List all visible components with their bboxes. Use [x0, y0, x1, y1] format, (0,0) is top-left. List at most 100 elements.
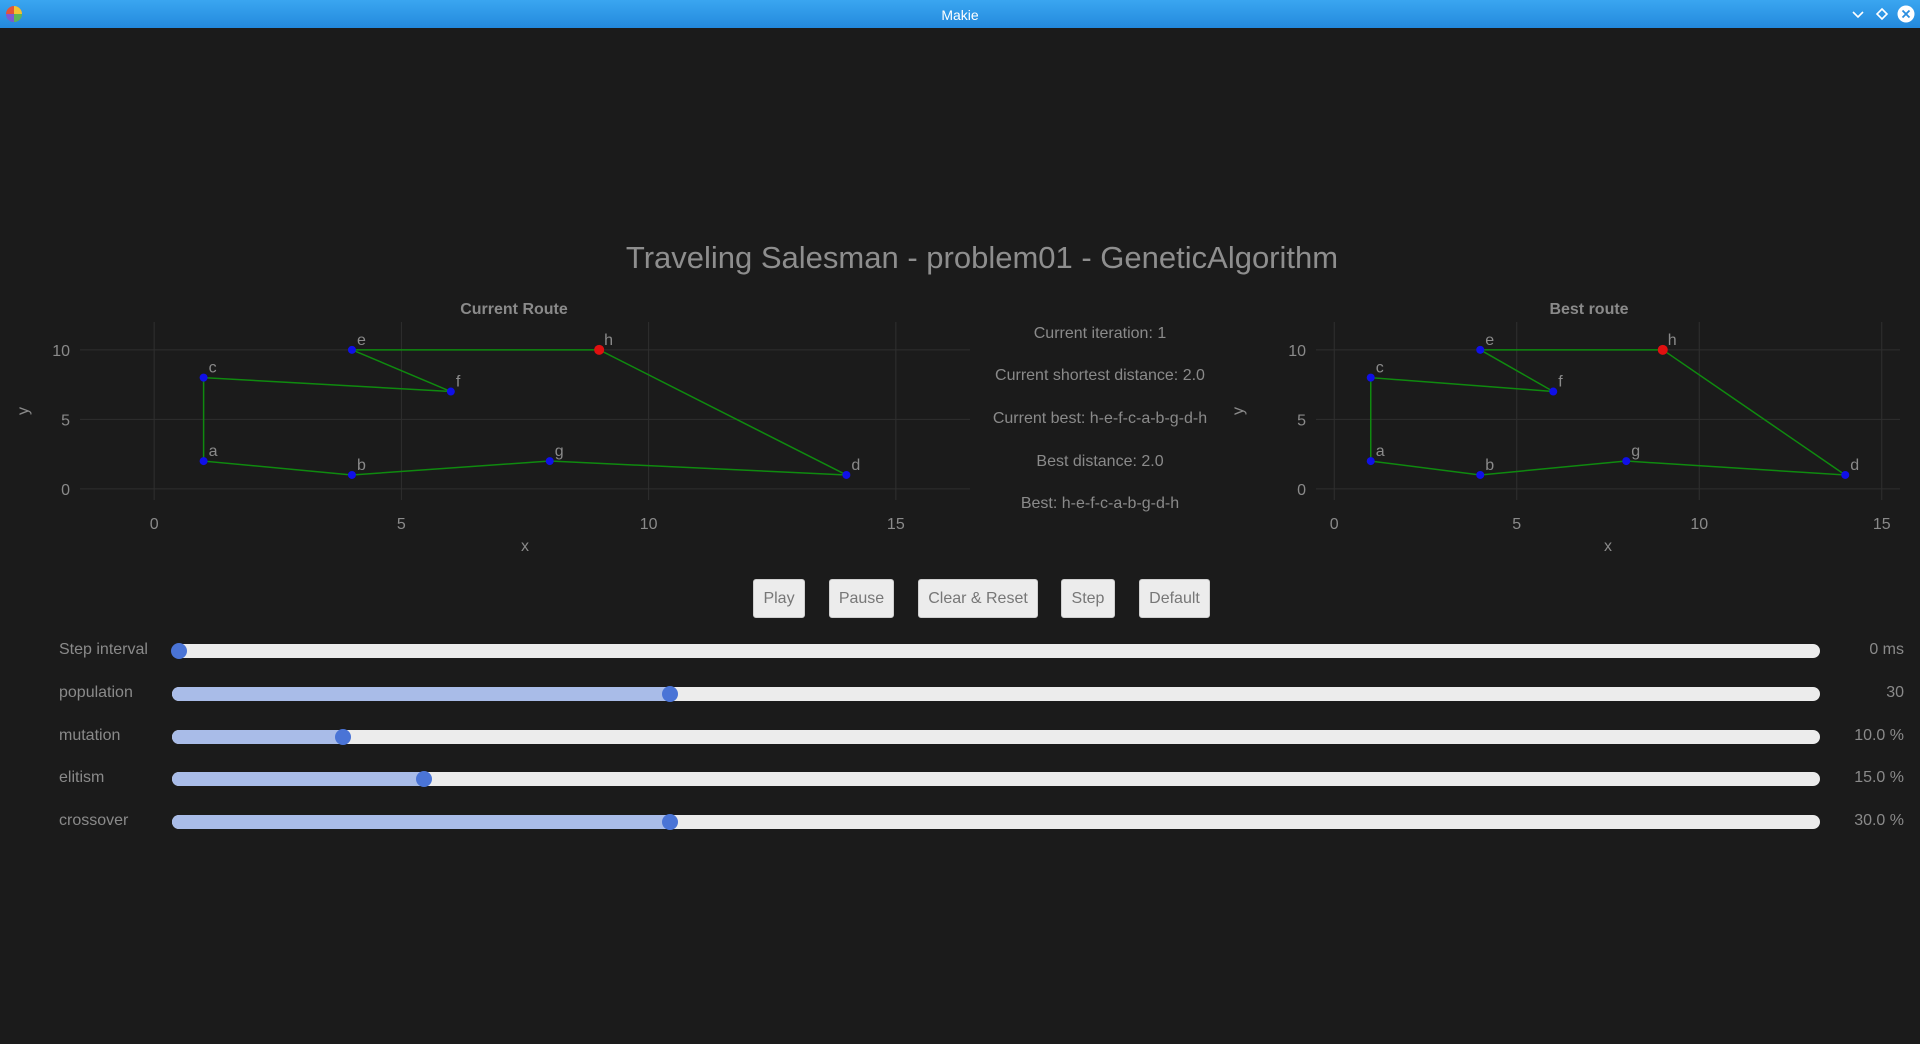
- best-route-plot[interactable]: 0 5 10 15 0 5 10 x y a b c d e f g h: [1220, 320, 1920, 560]
- elitism-slider[interactable]: [172, 771, 1820, 787]
- mutation-fill: [172, 730, 344, 744]
- city-point-b: [347, 470, 356, 479]
- city-point-e: [1476, 345, 1485, 354]
- x-tick-label: 10: [640, 516, 658, 533]
- window-title: Makie: [941, 7, 979, 23]
- clear-reset-button[interactable]: Clear & Reset: [918, 579, 1038, 618]
- city-point-c: [1366, 373, 1375, 382]
- city-point-h: [1657, 344, 1668, 355]
- pause-button[interactable]: Pause: [829, 579, 894, 618]
- city-label-e: e: [1485, 332, 1494, 349]
- city-label-a: a: [1376, 443, 1385, 460]
- city-label-e: e: [357, 332, 366, 349]
- y-tick-label: 10: [52, 343, 70, 360]
- y-axis-label: y: [1230, 407, 1247, 415]
- crossover-knob[interactable]: [661, 814, 678, 830]
- minimize-chevron-icon[interactable]: [1848, 4, 1868, 24]
- crossover-slider[interactable]: [172, 814, 1820, 830]
- x-tick-label: 5: [1512, 516, 1521, 533]
- x-axis-label: x: [521, 538, 529, 555]
- city-label-a: a: [209, 443, 218, 460]
- population-slider[interactable]: [172, 686, 1820, 702]
- current-iteration-text: Current iteration: 1: [1033, 325, 1167, 342]
- x-tick-label: 0: [1330, 516, 1339, 533]
- mutation-knob[interactable]: [335, 729, 352, 745]
- best-route-title: Best route: [1549, 301, 1629, 318]
- city-point-g: [545, 457, 554, 466]
- y-tick-label: 10: [1288, 343, 1306, 360]
- population-knob[interactable]: [661, 686, 678, 702]
- route-line: [1370, 349, 1848, 476]
- best-text: Best: h-e-f-c-a-b-g-d-h: [1020, 495, 1180, 512]
- close-icon[interactable]: [1896, 4, 1916, 24]
- city-point-e: [347, 345, 356, 354]
- crossover-label: crossover: [59, 812, 129, 829]
- city-label-c: c: [1376, 360, 1384, 377]
- city-label-f: f: [1558, 374, 1563, 391]
- main-title: Traveling Salesman - problem01 - Genetic…: [625, 240, 1339, 275]
- elitism-value: 15.0 %: [1854, 769, 1904, 786]
- city-point-a: [199, 457, 208, 466]
- step-interval-knob[interactable]: [170, 643, 187, 659]
- elitism-knob[interactable]: [416, 771, 433, 787]
- step-interval-label: Step interval: [59, 641, 148, 658]
- city-point-d: [1841, 470, 1850, 479]
- city-label-d: d: [1850, 457, 1859, 474]
- city-label-f: f: [456, 374, 461, 391]
- city-point-g: [1622, 457, 1631, 466]
- elitism-fill: [172, 772, 425, 786]
- x-axis-label: x: [1604, 538, 1612, 555]
- elitism-slider-row: elitism 15.0 %: [0, 764, 1920, 794]
- y-tick-label: 5: [61, 412, 70, 429]
- mutation-slider[interactable]: [172, 729, 1820, 745]
- y-tick-label: 5: [1297, 412, 1306, 429]
- window-titlebar: Makie: [0, 0, 1920, 28]
- city-label-d: d: [851, 457, 860, 474]
- crossover-value: 30.0 %: [1854, 812, 1904, 829]
- city-point-b: [1476, 470, 1485, 479]
- city-point-c: [199, 373, 208, 382]
- city-label-h: h: [1668, 332, 1677, 349]
- current-shortest-distance-text: Current shortest distance: 2.0: [995, 367, 1205, 384]
- elitism-label: elitism: [59, 769, 105, 786]
- city-point-f: [1549, 387, 1558, 396]
- population-value: 30: [1886, 684, 1904, 701]
- step-interval-slider[interactable]: [170, 643, 1820, 659]
- city-point-a: [1366, 457, 1375, 466]
- x-tick-label: 5: [397, 516, 406, 533]
- city-label-c: c: [209, 360, 217, 377]
- population-fill: [172, 687, 670, 701]
- x-tick-label: 10: [1690, 516, 1708, 533]
- current-route-plot[interactable]: 0 5 10 15 0 5 10 x y a b c d e f g h: [0, 320, 980, 560]
- x-tick-label: 15: [1873, 516, 1891, 533]
- x-tick-label: 0: [150, 516, 159, 533]
- step-interval-value: 0 ms: [1869, 641, 1904, 658]
- step-interval-slider-row: Step interval 0 ms: [0, 636, 1920, 666]
- mutation-value: 10.0 %: [1854, 727, 1904, 744]
- crossover-slider-row: crossover 30.0 %: [0, 807, 1920, 837]
- crossover-fill: [172, 815, 670, 829]
- city-label-b: b: [1485, 457, 1494, 474]
- city-point-h: [594, 344, 605, 355]
- mutation-label: mutation: [59, 727, 121, 744]
- population-label: population: [59, 684, 133, 701]
- city-label-g: g: [555, 443, 564, 460]
- city-label-b: b: [357, 457, 366, 474]
- y-tick-label: 0: [1297, 482, 1306, 499]
- step-button[interactable]: Step: [1061, 579, 1115, 618]
- city-point-d: [842, 470, 851, 479]
- current-best-text: Current best: h-e-f-c-a-b-g-d-h: [992, 410, 1208, 427]
- x-tick-label: 15: [887, 516, 905, 533]
- y-tick-label: 0: [61, 482, 70, 499]
- best-distance-text: Best distance: 2.0: [1036, 453, 1164, 470]
- y-axis-label: y: [15, 407, 32, 415]
- mutation-slider-row: mutation 10.0 %: [0, 722, 1920, 752]
- default-button[interactable]: Default: [1139, 579, 1210, 618]
- play-button[interactable]: Play: [753, 579, 805, 618]
- current-route-title: Current Route: [460, 301, 568, 318]
- city-label-h: h: [604, 332, 613, 349]
- route-line: [202, 349, 847, 476]
- maximize-diamond-icon[interactable]: [1872, 4, 1892, 24]
- city-label-g: g: [1631, 443, 1640, 460]
- population-slider-row: population 30: [0, 679, 1920, 709]
